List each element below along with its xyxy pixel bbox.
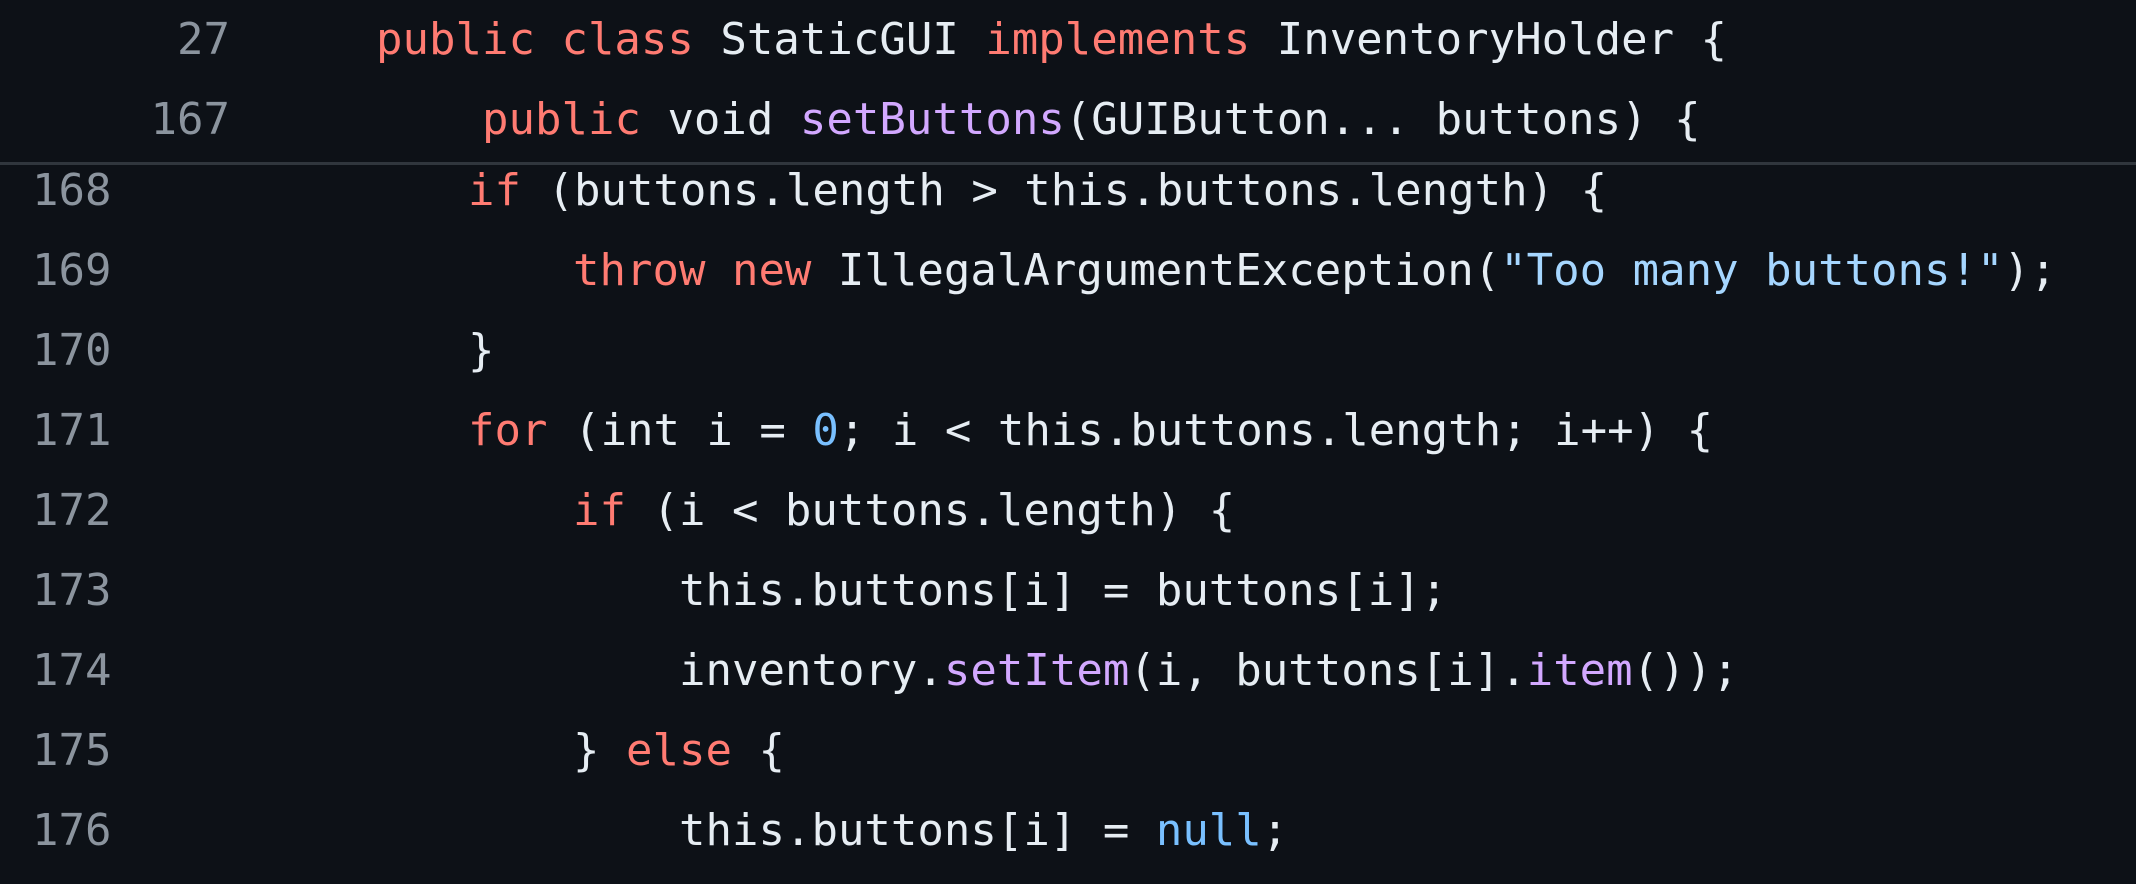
- code-text: for (int i = 0; i < this.buttons.length;…: [468, 405, 1713, 456]
- code-token: item: [1526, 645, 1633, 696]
- code-text: if (buttons.length > this.buttons.length…: [468, 165, 1607, 216]
- code-token: ; i < this.buttons.length; i++) {: [838, 405, 1714, 456]
- code-token: (i < buttons.length) {: [625, 485, 1236, 536]
- code-token: implements: [985, 14, 1251, 65]
- code-text: throw new IllegalArgumentException("Too …: [573, 245, 2057, 296]
- code-token: throw: [573, 245, 706, 296]
- code-token: if: [573, 485, 626, 536]
- line-number: 173: [32, 565, 112, 616]
- code-token: "Too many buttons!": [1500, 245, 2004, 296]
- code-token: ;: [1261, 805, 1289, 856]
- code-token: (i, buttons[i].: [1129, 645, 1527, 696]
- code-token: IllegalArgumentException(: [811, 245, 1501, 296]
- code-token: for: [468, 405, 548, 456]
- line-number: 175: [32, 725, 112, 776]
- code-token: public: [376, 14, 535, 65]
- code-text: } else {: [573, 725, 785, 776]
- code-text: }: [468, 325, 495, 376]
- code-token: (int i =: [547, 405, 813, 456]
- line-number: 171: [32, 405, 112, 456]
- code-token: InventoryHolder {: [1250, 14, 1728, 65]
- code-line[interactable]: 172 if (i < buttons.length) {: [0, 470, 2136, 550]
- code-token: );: [2003, 245, 2057, 296]
- code-text: public void setButtons(GUIButton... butt…: [482, 94, 1701, 145]
- code-line[interactable]: 169 throw new IllegalArgumentException("T…: [0, 230, 2136, 310]
- code-token: inventory.: [679, 645, 944, 696]
- code-token: StaticGUI: [693, 14, 986, 65]
- code-line[interactable]: 171 for (int i = 0; i < this.buttons.leng…: [0, 390, 2136, 470]
- code-token: this.buttons[i] = buttons[i];: [679, 565, 1448, 616]
- code-token: public: [482, 94, 641, 145]
- code-token: if: [468, 165, 521, 216]
- line-number: 168: [32, 165, 112, 216]
- code-token: }: [468, 325, 495, 376]
- code-line[interactable]: 176 this.buttons[i] = null;: [0, 790, 2136, 870]
- code-token: 0: [812, 405, 839, 456]
- code-text: inventory.setItem(i, buttons[i].item());: [679, 645, 1739, 696]
- code-token: (GUIButton... buttons) {: [1064, 94, 1701, 145]
- sticky-line[interactable]: 27 public class StaticGUI implements Inv…: [0, 0, 2136, 80]
- code-token: void: [640, 94, 800, 145]
- line-number: 169: [32, 245, 112, 296]
- code-token: null: [1155, 805, 1262, 856]
- code-line[interactable]: 168 if (buttons.length > this.buttons.len…: [0, 150, 2136, 230]
- sticky-line[interactable]: 167 public void setButtons(GUIButton... …: [0, 80, 2136, 160]
- code-token: new: [731, 245, 812, 296]
- code-token: class: [561, 14, 694, 65]
- code-token: this.buttons[i] =: [679, 805, 1156, 856]
- code-token: setItem: [943, 645, 1130, 696]
- code-line[interactable]: 173 this.buttons[i] = buttons[i];: [0, 550, 2136, 630]
- line-number: 176: [32, 805, 112, 856]
- line-number: 174: [32, 645, 112, 696]
- code-token: else: [625, 725, 732, 776]
- code-line[interactable]: 175} else {: [0, 710, 2136, 790]
- code-viewer: 27 public class StaticGUI implements Inv…: [0, 0, 2136, 884]
- sticky-scroll-header: 27 public class StaticGUI implements Inv…: [0, 0, 2136, 165]
- code-token: (buttons.length > this.buttons.length) {: [520, 165, 1608, 216]
- code-line[interactable]: 174 inventory.setItem(i, buttons[i].item(…: [0, 630, 2136, 710]
- line-number: 27: [177, 14, 230, 65]
- code-token: {: [731, 725, 785, 776]
- code-line[interactable]: 170}: [0, 310, 2136, 390]
- code-lines: 168 if (buttons.length > this.buttons.len…: [0, 150, 2136, 870]
- code-text: if (i < buttons.length) {: [573, 485, 1235, 536]
- line-number: 172: [32, 485, 112, 536]
- code-token: ());: [1632, 645, 1739, 696]
- line-number: 167: [150, 94, 230, 145]
- line-number: 170: [32, 325, 112, 376]
- code-token: setButtons: [799, 94, 1065, 145]
- code-text: this.buttons[i] = buttons[i];: [679, 565, 1447, 616]
- code-token: }: [573, 725, 626, 776]
- code-text: public class StaticGUI implements Invent…: [376, 14, 1727, 65]
- code-text: this.buttons[i] = null;: [679, 805, 1288, 856]
